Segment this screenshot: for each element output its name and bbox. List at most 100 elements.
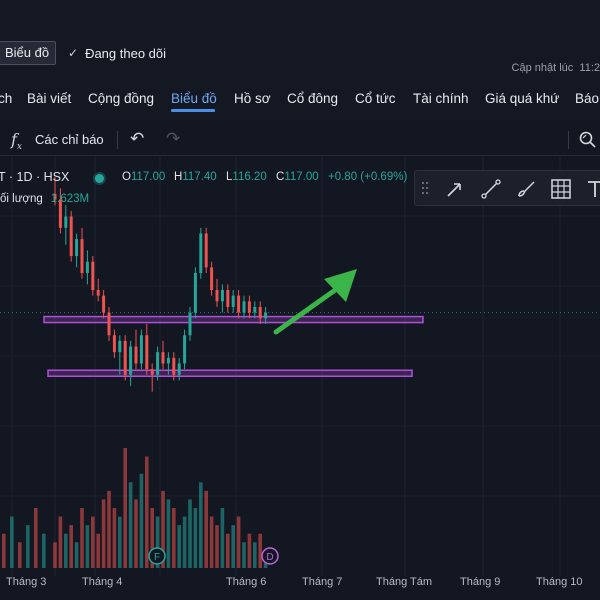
candle-body <box>226 290 230 307</box>
chart-button[interactable]: Biểu đồ <box>0 41 57 65</box>
low-value: L116.20 <box>226 171 267 183</box>
follow-label: Đang theo dõi <box>85 45 167 61</box>
tab-posts[interactable]: Bài viết <box>27 91 71 106</box>
brush-icon[interactable] <box>515 177 539 201</box>
volume-bar <box>236 516 241 568</box>
candle-body <box>253 306 257 313</box>
candle-body <box>172 357 176 375</box>
volume-bar <box>80 508 84 568</box>
drag-handle-icon[interactable] <box>421 181 429 195</box>
tab-chart[interactable]: Biểu đồ <box>171 91 217 106</box>
volume-bar <box>58 516 63 568</box>
tab-news[interactable]: ch <box>0 91 12 106</box>
updated-label: Cập nhật lúc <box>511 62 574 74</box>
volume-bar <box>188 499 192 568</box>
change-value: +0.80 (+0.69%) <box>328 171 408 183</box>
function-icon[interactable]: fx <box>11 130 22 152</box>
x-axis-label: Tháng Tám <box>376 576 433 588</box>
tab-reports[interactable]: Báo <box>575 91 599 106</box>
x-axis-label: Tháng 10 <box>536 576 583 588</box>
volume-bar <box>85 525 90 568</box>
volume-bar <box>220 508 225 568</box>
check-icon: ✓ <box>68 46 79 60</box>
zoom-icon[interactable] <box>578 130 598 150</box>
volume-legend: ối lượng 1.623M <box>0 193 89 205</box>
volume-bar <box>101 499 106 568</box>
tab-community[interactable]: Cộng đồng <box>88 91 154 106</box>
event-marker-label: D <box>266 552 273 563</box>
volume-bar <box>166 499 171 568</box>
candle-body <box>102 295 106 313</box>
tab-shareholders[interactable]: Cổ đông <box>287 91 338 106</box>
price-chart[interactable]: FD <box>0 156 600 576</box>
candle-body <box>123 340 127 375</box>
volume-bar <box>139 473 144 568</box>
follow-button[interactable]: ✓ Đang theo dõi <box>68 44 166 62</box>
tab-profile[interactable]: Hồ sơ <box>234 91 271 106</box>
volume-bar <box>209 516 214 568</box>
tab-price-history[interactable]: Giá quá khứ <box>485 91 559 106</box>
high-value: H117.40 <box>174 171 217 183</box>
chart-legend: T · 1D · HSX O117.00 H117.40 L116.20 C11… <box>0 170 420 186</box>
volume-bar <box>91 516 95 568</box>
chart-app: Biểu đồ ✓ Đang theo dõi Cập nhật lúc 11:… <box>0 0 600 600</box>
candle-body <box>161 352 165 364</box>
volume-bar <box>177 525 181 568</box>
candle-body <box>112 335 116 353</box>
volume-bar <box>123 448 127 568</box>
volume-bar <box>107 490 111 568</box>
volume-bar <box>69 525 73 568</box>
tab-dividends[interactable]: Cổ tức <box>355 91 396 106</box>
updated-time: 11:2 <box>579 62 600 74</box>
volume-bar <box>182 516 187 568</box>
arrow-tool-icon[interactable] <box>443 177 467 201</box>
candle-body <box>193 273 197 313</box>
candle-body <box>199 233 203 274</box>
candle-body <box>215 290 219 302</box>
undo-icon[interactable]: ↶ <box>130 129 144 149</box>
trend-line-icon[interactable] <box>479 177 503 201</box>
candle-body <box>220 290 224 302</box>
candle-body <box>129 346 133 375</box>
candle-body <box>75 239 79 257</box>
volume-bar <box>145 456 149 568</box>
candle-body <box>188 312 192 336</box>
candle-body <box>69 216 73 257</box>
volume-bar <box>199 482 203 568</box>
candle-body <box>204 233 208 268</box>
candle-body <box>177 363 181 375</box>
updated-timestamp: Cập nhật lúc 11:2 <box>512 62 600 74</box>
tab-financials[interactable]: Tài chính <box>413 91 469 106</box>
volume-bar <box>172 508 176 568</box>
active-tab-indicator <box>171 109 215 112</box>
volume-bar <box>42 533 46 568</box>
candle-body <box>258 306 262 319</box>
indicators-button[interactable]: Các chỉ báo <box>35 132 104 147</box>
volume-bar <box>74 542 79 568</box>
redo-icon[interactable]: ↷ <box>166 129 180 149</box>
nav-tabs: ch Bài viết Cộng đồng Biểu đồ Hồ sơ Cổ đ… <box>0 80 600 120</box>
open-value: O117.00 <box>122 171 166 183</box>
candle-body <box>118 340 122 353</box>
grid-icon[interactable] <box>549 177 573 201</box>
volume-bar <box>258 533 262 568</box>
candle-body <box>85 261 89 274</box>
candle-body <box>231 295 235 307</box>
chart-toolbar: fx Các chỉ báo ↶ ↷ <box>0 124 600 156</box>
candle-body <box>91 261 95 290</box>
x-axis-label: Tháng 4 <box>82 576 123 588</box>
text-icon[interactable] <box>583 177 600 201</box>
volume-bar <box>193 508 198 568</box>
x-axis-label: Tháng 6 <box>226 576 267 588</box>
candle-body <box>80 239 84 274</box>
volume-bar <box>112 508 117 568</box>
volume-bar <box>2 533 6 568</box>
candle-body <box>242 301 246 313</box>
volume-bar <box>253 542 257 568</box>
x-axis-label: Tháng 3 <box>6 576 47 588</box>
candle-body <box>210 267 214 290</box>
symbol-label: T · 1D · HSX <box>0 170 70 184</box>
volume-bar <box>10 516 14 568</box>
candle-body <box>166 357 170 364</box>
volume-bar <box>134 499 138 568</box>
